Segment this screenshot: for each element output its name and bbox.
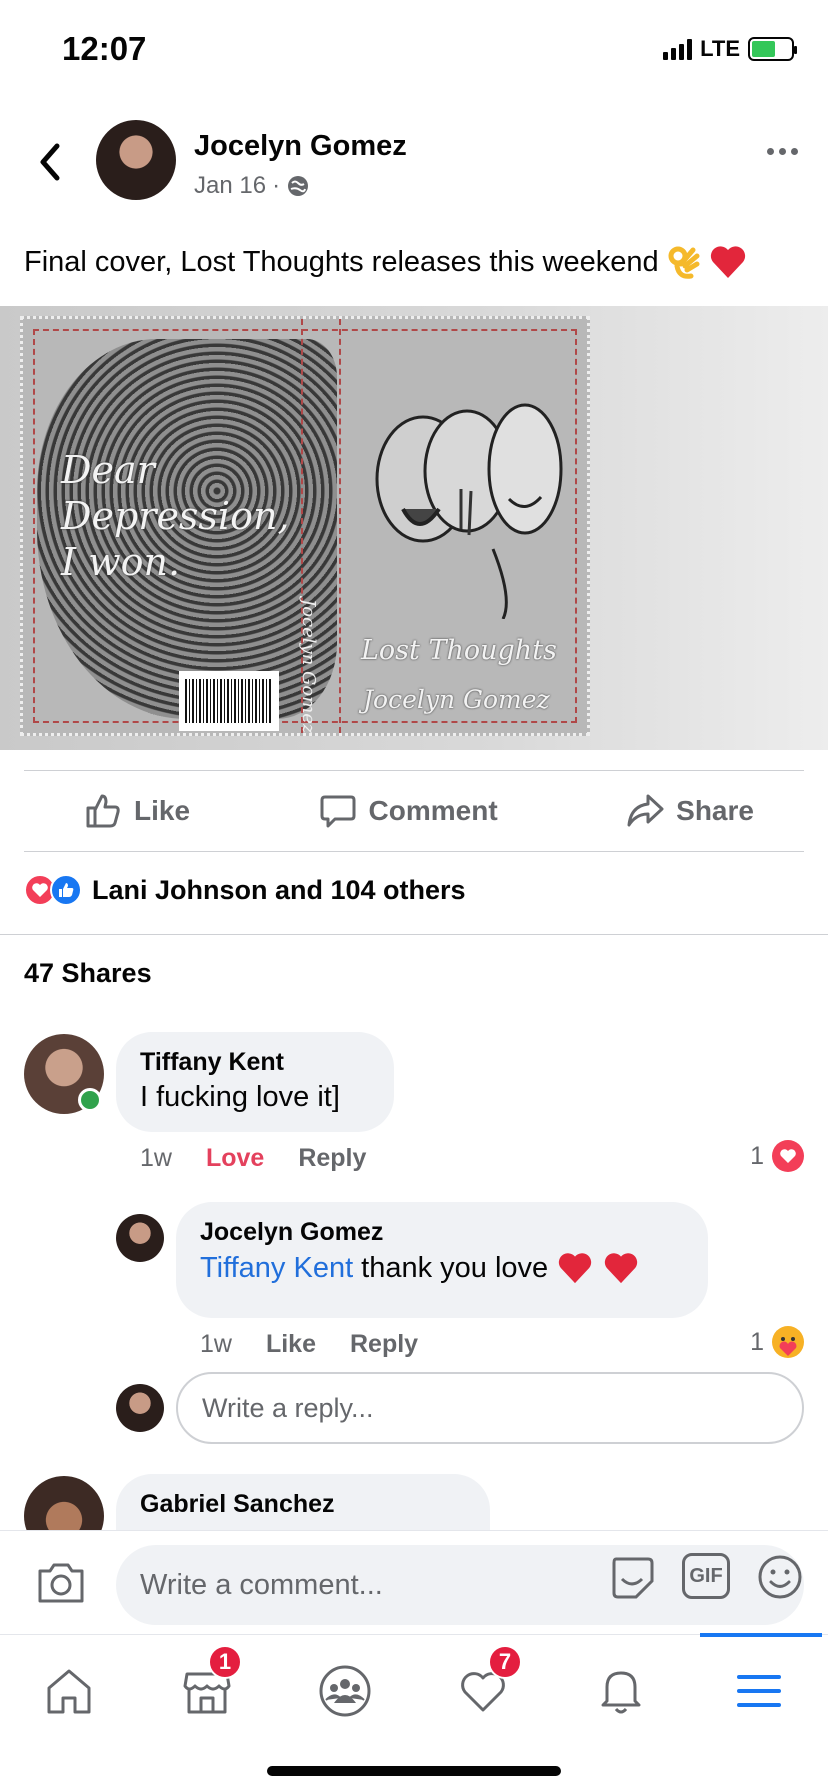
bottom-tab-bar: 1 7 (0, 1633, 828, 1746)
comment-bubble[interactable]: Tiffany Kent I fucking love it] (116, 1032, 394, 1132)
groups-icon (319, 1665, 371, 1716)
book-cover: Dear Depression, I won. Jocelyn Gomez Lo… (20, 316, 590, 736)
online-status-indicator (78, 1088, 102, 1112)
thumbs-up-icon (86, 794, 120, 828)
tab-home[interactable] (0, 1635, 138, 1746)
reply-button[interactable]: Reply (350, 1330, 418, 1359)
battery-icon (748, 37, 797, 61)
reactions-summary[interactable]: Lani Johnson and 104 others (24, 874, 466, 906)
gif-button[interactable]: GIF (682, 1553, 730, 1599)
meta-separator: · (272, 172, 281, 199)
tab-menu[interactable] (690, 1633, 828, 1746)
comment-bubble[interactable]: Gabriel Sanchez (116, 1474, 490, 1530)
signal-icon (663, 38, 693, 60)
book-title: Lost Thoughts (361, 635, 557, 666)
emoji-icon[interactable] (756, 1553, 804, 1601)
tab-groups[interactable] (276, 1635, 414, 1746)
like-button[interactable]: Like (84, 792, 190, 830)
back-button[interactable] (30, 140, 70, 184)
author-avatar[interactable] (96, 120, 176, 200)
reply-actions: 1w Like Reply (200, 1330, 418, 1359)
commenter-avatar[interactable] (24, 1476, 104, 1530)
care-reaction-icon (772, 1326, 804, 1358)
status-bar: 12:07 LTE (0, 0, 828, 100)
active-tab-indicator (700, 1633, 822, 1637)
comment-actions: 1w Love Reply (140, 1144, 366, 1173)
reply-author[interactable]: Jocelyn Gomez (200, 1218, 684, 1247)
comment-text: I fucking love it] (140, 1081, 340, 1113)
love-reaction-button[interactable]: Love (206, 1144, 264, 1173)
more-options-button[interactable] (767, 148, 798, 155)
mention-link[interactable]: Tiffany Kent (200, 1252, 353, 1285)
marketplace-badge: 1 (208, 1645, 242, 1679)
share-button[interactable]: Share (626, 792, 754, 830)
comment-reaction-count[interactable]: 1 (750, 1140, 804, 1172)
chevron-left-icon (40, 143, 60, 181)
reply-text-row: Tiffany Kent thank you love (200, 1251, 684, 1285)
book-author: Jocelyn Gomez (363, 685, 550, 714)
tab-marketplace[interactable]: 1 (138, 1635, 276, 1746)
reaction-icons (24, 874, 82, 906)
post-header: Jocelyn Gomez Jan 16 · (0, 118, 828, 206)
heart-emoji-icon (605, 1253, 638, 1284)
comment-placeholder: Write a comment... (140, 1568, 383, 1601)
love-reaction-icon (772, 1140, 804, 1172)
tab-notifications[interactable] (552, 1635, 690, 1746)
reply-input[interactable]: Write a reply... (176, 1372, 804, 1444)
reply-author-avatar[interactable] (116, 1214, 164, 1262)
back-cover-text: Dear Depression, I won. (61, 448, 290, 584)
reply-button[interactable]: Reply (298, 1144, 366, 1173)
comment-author[interactable]: Gabriel Sanchez (140, 1490, 466, 1519)
comment-composer: Write a comment... GIF (0, 1530, 828, 1634)
like-comment-button[interactable]: Like (266, 1330, 316, 1359)
comment-icon (320, 795, 356, 828)
faces-illustration (375, 403, 563, 619)
reply-time[interactable]: 1w (200, 1330, 232, 1359)
divider (0, 934, 828, 935)
post-image[interactable]: Dear Depression, I won. Jocelyn Gomez Lo… (0, 306, 828, 750)
spine-author: Jocelyn Gomez (298, 599, 319, 734)
camera-button[interactable] (36, 1559, 86, 1610)
reply-bubble[interactable]: Jocelyn Gomez Tiffany Kent thank you lov… (176, 1202, 708, 1318)
next-comment-peek: Gabriel Sanchez (0, 1470, 828, 1530)
heart-emoji-icon (559, 1253, 592, 1284)
reactions-text: Lani Johnson and 104 others (92, 874, 466, 905)
shares-count[interactable]: 47 Shares (24, 958, 152, 989)
comment-button[interactable]: Comment (319, 792, 498, 830)
commenter-avatar[interactable] (24, 1034, 104, 1114)
post-text: Final cover, Lost Thoughts releases this… (24, 244, 747, 280)
bell-icon (601, 1671, 641, 1713)
status-time: 12:07 (62, 30, 147, 67)
post-caption: Final cover, Lost Thoughts releases this… (24, 245, 659, 278)
dating-badge: 7 (488, 1645, 522, 1679)
like-reaction-icon (50, 874, 82, 906)
current-user-avatar (116, 1384, 164, 1432)
network-label: LTE (700, 36, 740, 61)
post-action-bar: Like Comment Share (24, 770, 804, 852)
comment-time[interactable]: 1w (140, 1144, 172, 1173)
post-author[interactable]: Jocelyn Gomez (194, 130, 407, 163)
tab-dating[interactable]: 7 (414, 1635, 552, 1746)
status-indicators: LTE (663, 36, 797, 62)
reply-text: thank you love (361, 1251, 549, 1284)
share-icon (627, 794, 664, 827)
heart-emoji-icon (710, 246, 745, 278)
home-icon (47, 1669, 91, 1713)
post-date[interactable]: Jan 16 (194, 172, 266, 200)
camera-icon (38, 1563, 84, 1603)
reply-reaction-count[interactable]: 1 (750, 1326, 804, 1358)
comment-author[interactable]: Tiffany Kent (140, 1048, 370, 1077)
home-indicator[interactable] (267, 1766, 561, 1776)
ok-hand-emoji-icon (668, 246, 700, 279)
barcode (179, 671, 279, 731)
sticker-icon[interactable] (608, 1553, 656, 1601)
hamburger-menu-icon (737, 1674, 781, 1707)
post-meta: Jan 16 · (194, 172, 310, 200)
globe-icon (288, 176, 309, 196)
composer-icons: GIF (608, 1553, 804, 1601)
